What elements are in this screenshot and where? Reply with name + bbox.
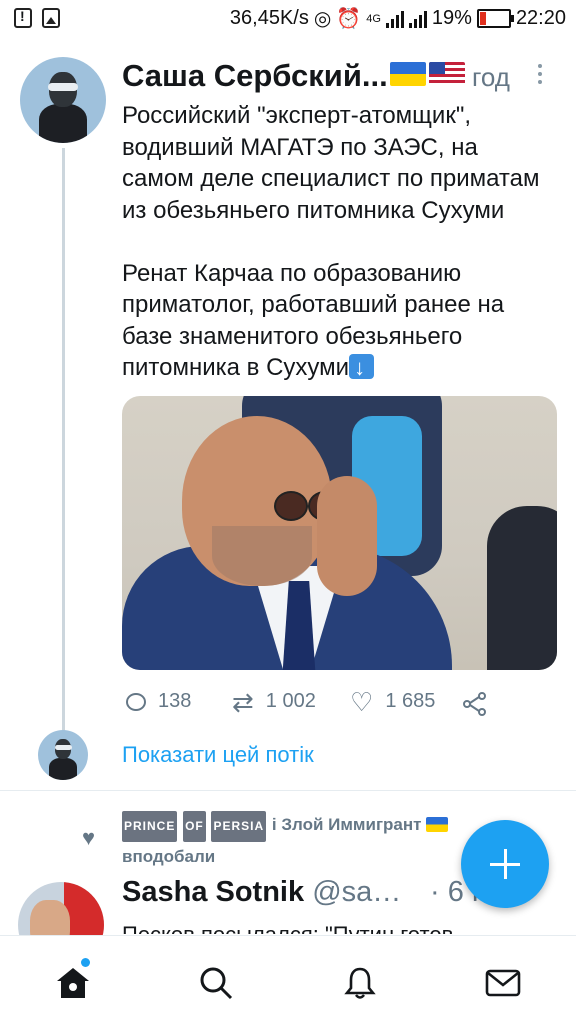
bottom-nav bbox=[0, 935, 576, 1025]
tweet-paragraph: Российский "эксперт-атомщик", водивший М… bbox=[122, 102, 540, 224]
share-icon[interactable] bbox=[462, 692, 488, 716]
image-icon bbox=[42, 8, 60, 28]
liked-by-name-part: PERSIA bbox=[211, 811, 267, 842]
liked-suffix: вподобали bbox=[122, 847, 216, 866]
home-icon bbox=[57, 968, 89, 998]
tweet-actions: 138 ⇄ 1 002 ♡ 1 685 bbox=[122, 686, 562, 720]
thread-avatar[interactable] bbox=[38, 730, 88, 780]
tweet2-author-name: Sasha Sotnik bbox=[122, 876, 305, 908]
notifications-icon bbox=[344, 967, 376, 999]
tweet-text: Российский "эксперт-атомщик", водивший М… bbox=[122, 100, 552, 384]
liked-by-name-part: OF bbox=[183, 811, 206, 842]
reply-count: 138 bbox=[158, 690, 192, 712]
thread-line bbox=[62, 148, 65, 736]
status-bar: 36,45K/s ◎ ⏰ 4G 19% 22:20 bbox=[0, 0, 576, 38]
flag-ukraine-icon bbox=[390, 62, 426, 86]
battery-percent: 19% bbox=[431, 7, 472, 29]
author-avatar[interactable] bbox=[20, 57, 106, 143]
liked-heart-icon: ♥ bbox=[82, 825, 96, 850]
nav-search[interactable] bbox=[191, 958, 241, 1008]
nav-messages[interactable] bbox=[478, 958, 528, 1008]
retweet-count: 1 002 bbox=[265, 690, 316, 712]
tweet-paragraph: Ренат Карчаа по образованию приматолог, … bbox=[122, 259, 505, 382]
reply-button[interactable]: 138 bbox=[126, 690, 191, 713]
hotspot-icon: ◎ bbox=[313, 8, 332, 30]
tweet2-author[interactable]: Sasha Sotnik @sa… bbox=[122, 876, 401, 909]
alert-icon bbox=[14, 8, 32, 28]
like-button[interactable]: ♡ 1 685 bbox=[350, 686, 436, 717]
tweet-image[interactable] bbox=[122, 396, 557, 670]
retweet-button[interactable]: ⇄ 1 002 bbox=[232, 686, 316, 717]
liked-by-name-part: PRINCE bbox=[122, 811, 178, 842]
author-name[interactable]: Саша Сербский... bbox=[122, 58, 388, 94]
more-options-icon[interactable] bbox=[538, 64, 542, 84]
flag-usa-icon bbox=[429, 62, 465, 86]
search-icon bbox=[200, 967, 233, 1000]
battery-icon bbox=[476, 9, 514, 28]
signal-icon bbox=[408, 10, 427, 28]
tweet-time: год bbox=[472, 62, 510, 92]
flag-ukraine-icon bbox=[426, 817, 449, 832]
like-count: 1 685 bbox=[385, 690, 436, 712]
nav-home[interactable] bbox=[48, 958, 98, 1008]
heart-icon: ♡ bbox=[350, 686, 374, 717]
signal-icon bbox=[385, 10, 404, 28]
notification-dot bbox=[81, 958, 90, 967]
alarm-icon: ⏰ bbox=[336, 8, 362, 30]
network-type: 4G bbox=[366, 12, 381, 25]
tweet2-handle: @sa… bbox=[312, 876, 402, 908]
nav-notifications[interactable] bbox=[335, 958, 385, 1008]
compose-tweet-button[interactable] bbox=[461, 820, 549, 908]
show-thread-link[interactable]: Показати цей потік bbox=[122, 742, 314, 768]
down-arrow-emoji-icon bbox=[349, 352, 375, 384]
clock: 22:20 bbox=[515, 7, 566, 29]
retweet-icon: ⇄ bbox=[232, 686, 254, 717]
liked-by-line[interactable]: PRINCE OF PERSIA і Злой Иммигрант вподоб… bbox=[122, 810, 502, 871]
reply-icon bbox=[126, 692, 146, 711]
network-speed: 36,45K/s bbox=[229, 7, 309, 29]
liked-by-rest: і Злой Иммигрант bbox=[271, 815, 422, 834]
author-flags bbox=[390, 62, 465, 86]
tweet2-text: Песков посылался: "Путин готов bbox=[122, 920, 502, 934]
divider bbox=[0, 790, 576, 791]
messages-icon bbox=[485, 969, 521, 997]
